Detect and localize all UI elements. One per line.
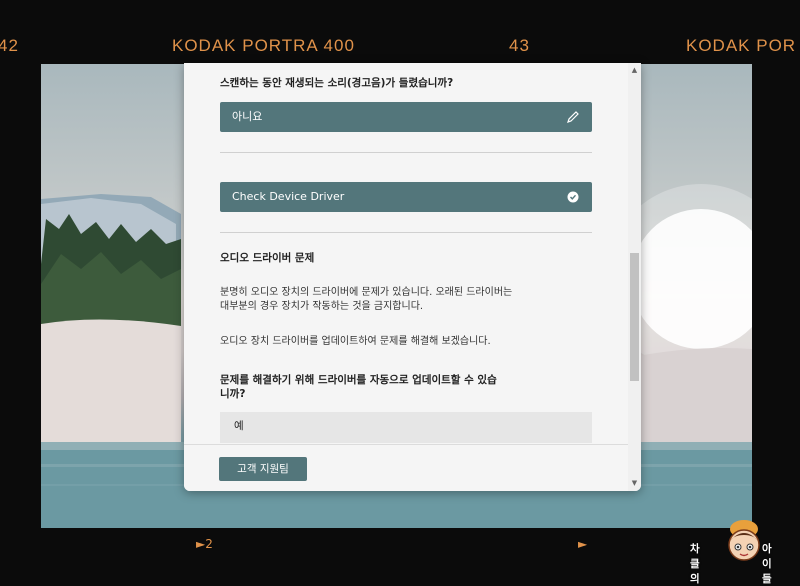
film-arrow-marker: ►2 — [196, 537, 213, 551]
check-device-driver-step[interactable]: Check Device Driver — [220, 182, 592, 212]
dialog-content: 스캔하는 동안 재생되는 소리(경고음)가 들렸습니까? 아니요 Check D… — [184, 63, 628, 443]
paragraph-line: 분명히 오디오 장치의 드라이버에 문제가 있습니다. 오래된 드라이버는 — [220, 287, 513, 298]
film-brand-label-right: KODAK POR — [686, 36, 797, 55]
step-label: Check Device Driver — [232, 190, 345, 203]
section-title: 오디오 드라이버 문제 — [220, 252, 315, 264]
customer-support-button[interactable]: 고객 지원팀 — [219, 457, 307, 481]
divider — [220, 152, 592, 153]
scroll-up-arrow-icon[interactable]: ▲ — [630, 66, 639, 75]
answer-no-label: 아니요 — [232, 110, 263, 123]
scrollbar[interactable]: ▲ ▼ — [628, 63, 641, 491]
film-frame-number-middle: 43 — [509, 36, 530, 55]
scrollbar-thumb[interactable] — [630, 253, 639, 381]
answer-no-button[interactable]: 아니요 — [220, 102, 592, 132]
answer-yes-option[interactable]: 예 — [220, 412, 592, 443]
film-frame-number-left: 42 — [0, 36, 19, 55]
troubleshooter-dialog: 스캔하는 동안 재생되는 소리(경고음)가 들렸습니까? 아니요 Check D… — [184, 63, 641, 491]
paragraph-update-driver: 오디오 장치 드라이버를 업데이트하여 문제를 해결해 보겠습니다. — [220, 336, 491, 347]
watermark-text-left: 차클의 — [690, 543, 700, 585]
answer-yes-label: 예 — [234, 420, 244, 432]
question-auto-update-line: 니까? — [220, 388, 246, 400]
scroll-down-arrow-icon[interactable]: ▼ — [630, 479, 639, 488]
question-auto-update-line: 문제를 해결하기 위해 드라이버를 자동으로 업데이트할 수 있습 — [220, 374, 497, 386]
watermark-text-right: 아이들 — [762, 543, 772, 585]
check-circle-icon — [567, 191, 579, 203]
pencil-icon[interactable] — [566, 110, 580, 124]
question-sound-heard: 스캔하는 동안 재생되는 소리(경고음)가 들렸습니까? — [220, 77, 454, 89]
paragraph-line: 대부분의 경우 장치가 작동하는 것을 금지합니다. — [220, 301, 424, 312]
film-brand-label: KODAK PORTRA 400 — [172, 36, 355, 55]
cartoon-face-icon — [728, 520, 760, 561]
dialog-footer: 고객 지원팀 — [184, 444, 628, 491]
film-arrow-marker-right: ► — [578, 537, 588, 551]
divider — [220, 232, 592, 233]
